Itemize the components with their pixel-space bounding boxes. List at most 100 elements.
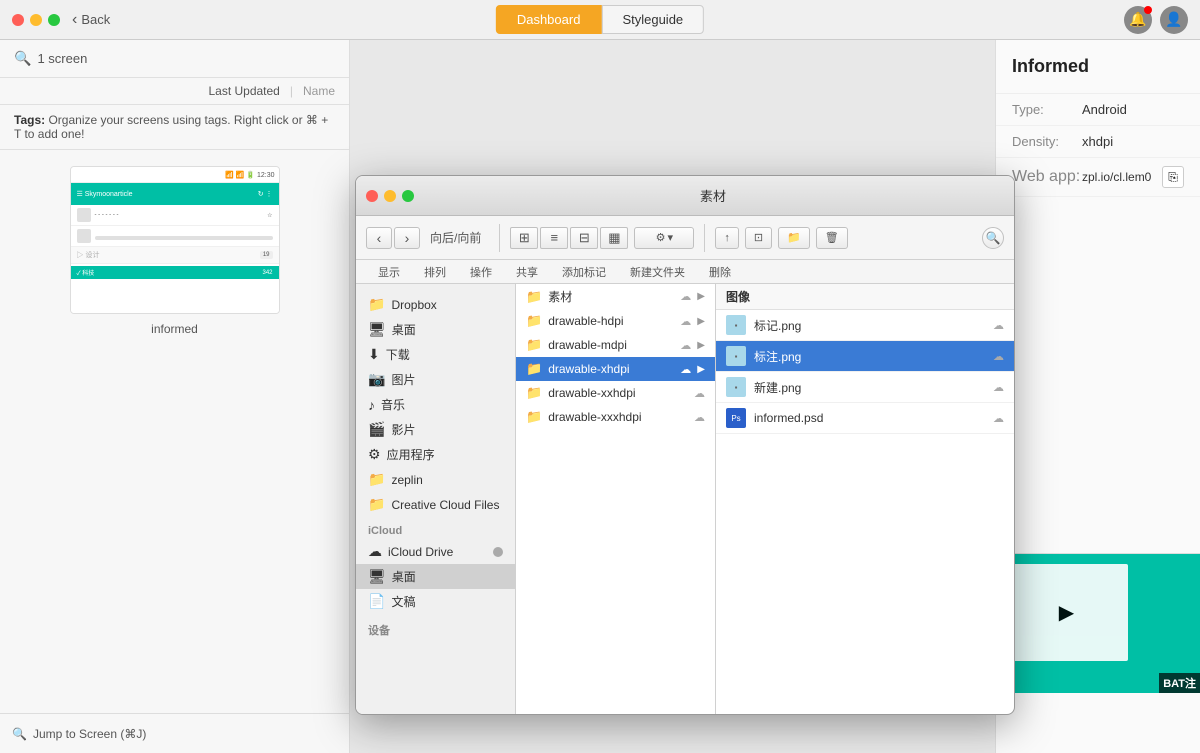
copy-link-button[interactable]: ⎘ bbox=[1162, 166, 1184, 188]
file-label-xinjian: 新建.png bbox=[754, 379, 801, 396]
jump-to-screen-label[interactable]: Jump to Screen (⌘J) bbox=[33, 727, 146, 741]
finder-view-list[interactable]: ≡ bbox=[540, 227, 568, 249]
notification-icon[interactable]: 🔔 bbox=[1124, 6, 1152, 34]
traffic-lights bbox=[12, 14, 60, 26]
finder-title: 素材 bbox=[422, 186, 1004, 205]
cloud-icon-biaozhu: ☁ bbox=[993, 350, 1004, 363]
sidebar-item-dropbox[interactable]: 📁 Dropbox bbox=[356, 292, 515, 317]
creative-cloud-label: Creative Cloud Files bbox=[391, 498, 503, 512]
folder-icon-sucai: 📁 bbox=[526, 289, 542, 305]
finder-maximize[interactable] bbox=[402, 190, 414, 202]
sort-last-updated[interactable]: Last Updated bbox=[208, 84, 279, 98]
sidebar-item-downloads[interactable]: ⬇ 下载 bbox=[356, 342, 515, 367]
file-thumb-xinjian: ▪ bbox=[726, 377, 746, 397]
density-row: Density: xhdpi bbox=[996, 126, 1200, 158]
screen-count: 1 screen bbox=[37, 51, 87, 66]
col1-item-xxhdpi[interactable]: 📁 drawable-xxhdpi ☁ bbox=[516, 381, 715, 405]
tab-styleguide[interactable]: Styleguide bbox=[601, 5, 704, 34]
finder-nav-label: 向后/向前 bbox=[430, 229, 481, 246]
preview-inner: ▶ BAT注 bbox=[995, 554, 1200, 693]
devices-header: 设备 bbox=[356, 614, 515, 640]
finder-label-sort[interactable]: 排列 bbox=[412, 264, 458, 280]
finder-share-button[interactable]: ↑ bbox=[715, 227, 739, 249]
documents-icon: 📄 bbox=[368, 593, 385, 610]
sidebar-item-apps[interactable]: ⚙ 应用程序 bbox=[356, 442, 515, 467]
col1-item-xxxhdpi[interactable]: 📁 drawable-xxxhdpi ☁ bbox=[516, 405, 715, 429]
folder-icon-xhdpi: 📁 bbox=[526, 361, 542, 377]
col2-item-biaoji[interactable]: ▪ 标记.png ☁ bbox=[716, 310, 1014, 341]
sidebar-item-desktop[interactable]: 🖥 桌面 bbox=[356, 317, 515, 342]
type-row: Type: Android bbox=[996, 94, 1200, 126]
android-screen-preview: 📶 📶 🔋 12:30 ☰ Skymoonarticle ↻ ⋮ - - - -… bbox=[71, 167, 279, 313]
icloud-drive-icon: ☁ bbox=[368, 543, 382, 560]
col1-item-hdpi[interactable]: 📁 drawable-hdpi ☁ ▶ bbox=[516, 309, 715, 333]
col1-item-sucai[interactable]: 📁 素材 ☁ ▶ bbox=[516, 284, 715, 309]
finder-newfolder-button[interactable]: 📁 bbox=[778, 227, 810, 249]
arrow-icon-xhdpi: ▶ bbox=[697, 364, 705, 375]
finder-search-button[interactable]: 🔍 bbox=[982, 227, 1004, 249]
col2-header: 图像 bbox=[716, 284, 1014, 310]
sidebar-item-icloud-drive[interactable]: ☁ iCloud Drive bbox=[356, 539, 515, 564]
finder-sidebar: 📁 Dropbox 🖥 桌面 ⬇ 下载 📷 图片 ♪ 音乐 🎬 影片 bbox=[356, 284, 516, 714]
finder-close[interactable] bbox=[366, 190, 378, 202]
back-button[interactable]: ‹ Back bbox=[72, 11, 110, 29]
folder-icon-xxhdpi: 📁 bbox=[526, 385, 542, 401]
finder-forward-btn[interactable]: › bbox=[394, 227, 420, 249]
user-avatar[interactable]: 👤 bbox=[1160, 6, 1188, 34]
minimize-button[interactable] bbox=[30, 14, 42, 26]
back-label: Back bbox=[81, 12, 110, 27]
cloud-icon-xinjian: ☁ bbox=[993, 381, 1004, 394]
finder-label-share[interactable]: 共享 bbox=[504, 264, 550, 280]
arrow-icon-mdpi: ▶ bbox=[697, 340, 705, 351]
arrow-icon-hdpi: ▶ bbox=[697, 316, 705, 327]
col2-item-biaozhu[interactable]: ▪ 标注.png ☁ bbox=[716, 341, 1014, 372]
music-icon: ♪ bbox=[368, 397, 375, 413]
sidebar-item-movies[interactable]: 🎬 影片 bbox=[356, 417, 515, 442]
cloud-icon-xhdpi: ☁ bbox=[680, 363, 691, 376]
webapp-row: Web app: zpl.io/cl.lem0 ⎘ bbox=[996, 158, 1200, 197]
finder-sort-button[interactable]: ⚙▾ bbox=[634, 227, 694, 249]
sidebar-item-creative-cloud[interactable]: 📁 Creative Cloud Files bbox=[356, 492, 515, 517]
finder-delete-button[interactable]: 🗑 bbox=[816, 227, 848, 249]
col2-item-informed-psd[interactable]: Ps informed.psd ☁ bbox=[716, 403, 1014, 434]
density-val: xhdpi bbox=[1082, 134, 1113, 149]
file-thumb-biaoji: ▪ bbox=[726, 315, 746, 335]
file-label-biaoji: 标记.png bbox=[754, 317, 801, 334]
icloud-badge bbox=[493, 547, 503, 557]
close-button[interactable] bbox=[12, 14, 24, 26]
finder-label-action[interactable]: 操作 bbox=[458, 264, 504, 280]
finder-label-delete[interactable]: 删除 bbox=[697, 264, 743, 280]
finder-view-cover[interactable]: ▦ bbox=[600, 227, 628, 249]
sidebar-item-zeplin[interactable]: 📁 zeplin bbox=[356, 467, 515, 492]
finder-traffic-lights bbox=[366, 190, 414, 202]
sidebar-item-pictures[interactable]: 📷 图片 bbox=[356, 367, 515, 392]
nav-tabs: Dashboard Styleguide bbox=[496, 5, 704, 34]
screen-thumbnail[interactable]: 📶 📶 🔋 12:30 ☰ Skymoonarticle ↻ ⋮ - - - -… bbox=[70, 166, 280, 314]
file-thumb-psd: Ps bbox=[726, 408, 746, 428]
col1-item-mdpi[interactable]: 📁 drawable-mdpi ☁ ▶ bbox=[516, 333, 715, 357]
finder-copy-button[interactable]: ⊡ bbox=[745, 227, 772, 249]
sort-name[interactable]: Name bbox=[303, 84, 335, 98]
finder-minimize[interactable] bbox=[384, 190, 396, 202]
finder-label-tag[interactable]: 添加标记 bbox=[550, 264, 618, 280]
tags-hint: Organize your screens using tags. Right … bbox=[14, 113, 328, 141]
maximize-button[interactable] bbox=[48, 14, 60, 26]
finder-toolbar: ‹ › 向后/向前 ⊞ ≡ ⊟ ▦ ⚙▾ ↑ ⊡ 📁 🗑 🔍 bbox=[356, 216, 1014, 260]
search-icon-bottom: 🔍 bbox=[12, 727, 27, 741]
finder-view-buttons: ⊞ ≡ ⊟ ▦ bbox=[510, 227, 628, 249]
col2-item-xinjian[interactable]: ▪ 新建.png ☁ bbox=[716, 372, 1014, 403]
tab-dashboard[interactable]: Dashboard bbox=[496, 5, 602, 34]
sidebar-item-music[interactable]: ♪ 音乐 bbox=[356, 392, 515, 417]
sidebar-item-documents[interactable]: 📄 文稿 bbox=[356, 589, 515, 614]
finder-view-column[interactable]: ⊟ bbox=[570, 227, 598, 249]
density-key: Density: bbox=[1012, 134, 1082, 149]
screen-thumb-container[interactable]: 📶 📶 🔋 12:30 ☰ Skymoonarticle ↻ ⋮ - - - -… bbox=[0, 150, 349, 352]
finder-view-icon[interactable]: ⊞ bbox=[510, 227, 538, 249]
finder-column-1: 📁 素材 ☁ ▶ 📁 drawable-hdpi ☁ ▶ 📁 drawable-… bbox=[516, 284, 716, 714]
creative-cloud-icon: 📁 bbox=[368, 496, 385, 513]
finder-label-display[interactable]: 显示 bbox=[366, 264, 412, 280]
finder-label-newfolder[interactable]: 新建文件夹 bbox=[618, 264, 697, 280]
sidebar-item-desktop-icloud[interactable]: 🖥 桌面 bbox=[356, 564, 515, 589]
col1-item-xhdpi[interactable]: 📁 drawable-xhdpi ☁ ▶ bbox=[516, 357, 715, 381]
finder-back-btn[interactable]: ‹ bbox=[366, 227, 392, 249]
